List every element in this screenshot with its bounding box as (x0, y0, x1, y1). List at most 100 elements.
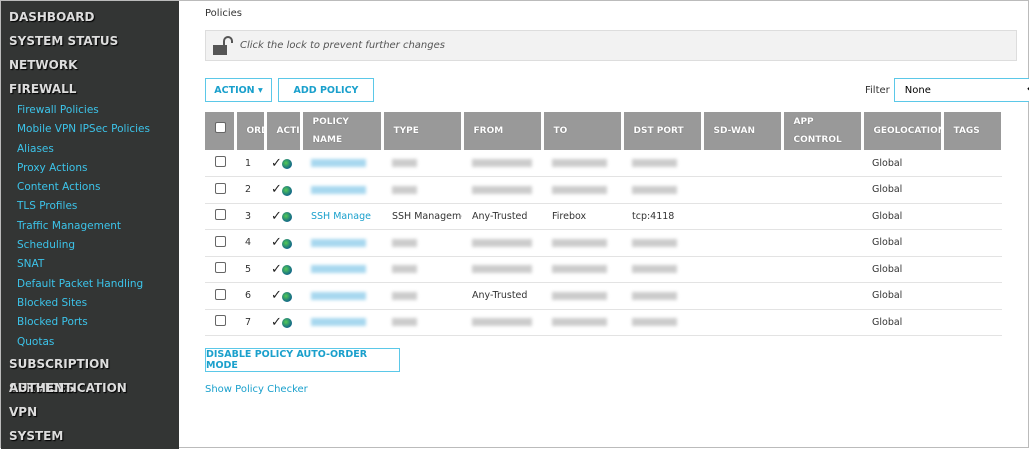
cell-select[interactable] (205, 282, 235, 310)
cell-tags (942, 150, 1002, 177)
action-button[interactable]: ACTION ▾ (205, 78, 272, 102)
row-checkbox[interactable] (215, 182, 226, 194)
cell-to (542, 282, 622, 310)
col-header[interactable]: TYPE (382, 112, 464, 150)
globe-icon (281, 265, 292, 276)
nav-authentication[interactable]: AUTHENTICATION (1, 376, 179, 400)
cell-select[interactable] (205, 150, 235, 177)
nav-dashboard[interactable]: DASHBOARD (1, 5, 179, 29)
row-checkbox[interactable] (215, 209, 226, 221)
table-row[interactable]: 3 ✓ SSH Manage SSH Manageme Any-Trusted Fir… (205, 203, 1002, 230)
col-header[interactable]: SD-WAN (702, 112, 784, 150)
redacted (311, 265, 366, 274)
cell-select[interactable] (205, 256, 235, 283)
col-header[interactable]: FROM (462, 112, 544, 150)
add-policy-button[interactable]: ADD POLICY (278, 78, 374, 102)
cell-name: SSH Manage (301, 203, 382, 230)
nav-blocked-ports[interactable]: Blocked Ports (1, 313, 179, 332)
globe-icon (281, 318, 292, 329)
row-checkbox[interactable] (215, 156, 226, 167)
cell-app-control (782, 150, 862, 177)
cell-select[interactable] (205, 203, 235, 230)
nav-subscription-services[interactable]: SUBSCRIPTION SERVICES (1, 352, 179, 395)
nav-aliases[interactable]: Aliases (1, 140, 179, 159)
nav-firewall-policies[interactable]: Firewall Policies (1, 101, 179, 120)
redacted (472, 238, 532, 247)
nav-blocked-sites[interactable]: Blocked Sites (1, 294, 179, 313)
col-header[interactable]: APP CONTROL (782, 112, 864, 150)
nav-firewall[interactable]: FIREWALL (1, 77, 179, 101)
cell-type: SSH Manageme (382, 203, 462, 230)
cell-app-control (782, 203, 862, 230)
cell-type (382, 150, 462, 177)
row-checkbox[interactable] (215, 315, 226, 327)
cell-port (622, 256, 702, 283)
row-checkbox[interactable] (215, 262, 226, 274)
show-policy-checker-link[interactable]: Show Policy Checker (205, 384, 308, 395)
nav-tls-profiles[interactable]: TLS Profiles (1, 197, 179, 216)
nav-scheduling[interactable]: Scheduling (1, 236, 179, 255)
nav-vpn[interactable]: VPN (1, 400, 179, 424)
cell-sdwan (702, 282, 782, 310)
cell-select[interactable] (205, 176, 235, 204)
table-row[interactable]: 5 ✓ Global (205, 256, 1002, 283)
cell-name (301, 229, 382, 257)
select-all-checkbox[interactable] (215, 122, 226, 133)
table-row[interactable]: 6 ✓ Any-Trusted Global (205, 282, 1002, 310)
nav-content-actions[interactable]: Content Actions (1, 178, 179, 197)
nav-system-status[interactable]: SYSTEM STATUS (1, 29, 179, 53)
cell-from (462, 176, 542, 204)
nav-default-packet-handling[interactable]: Default Packet Handling (1, 275, 179, 294)
cell-from (462, 256, 542, 283)
col-header[interactable]: DST PORT (622, 112, 704, 150)
cell-app-control (782, 282, 862, 310)
nav-proxy-actions[interactable]: Proxy Actions (1, 159, 179, 178)
cell-select[interactable] (205, 229, 235, 257)
cell-to (542, 176, 622, 204)
table-row[interactable]: 4 ✓ Global (205, 229, 1002, 257)
check-icon: ✓ (271, 288, 282, 304)
nav-quotas[interactable]: Quotas (1, 333, 179, 352)
table-row[interactable]: 7 ✓ Global (205, 309, 1002, 336)
disable-auto-order-button[interactable]: DISABLE POLICY AUTO-ORDER MODE (205, 348, 400, 372)
cell-to: Firebox (542, 203, 622, 230)
cell-action: ✓ (265, 229, 301, 257)
table-row[interactable]: 1 ✓ Global (205, 150, 1002, 177)
cell-from: Any-Trusted (462, 203, 542, 230)
nav-snat[interactable]: SNAT (1, 255, 179, 274)
row-checkbox[interactable] (215, 288, 226, 300)
col-header[interactable]: TO (542, 112, 624, 150)
row-checkbox[interactable] (215, 235, 226, 247)
breadcrumb: Policies (205, 8, 242, 19)
col-header[interactable]: GEOLOCATION (862, 112, 944, 150)
col-header[interactable]: ACTION (265, 112, 303, 150)
col-header[interactable]: ORDER (235, 112, 267, 150)
filter-select[interactable]: None (893, 78, 1029, 102)
nav-mobile-vpn-ipsec-policies[interactable]: Mobile VPN IPSec Policies (1, 120, 179, 139)
check-icon: ✓ (271, 261, 282, 277)
cell-select[interactable] (205, 309, 235, 336)
col-header[interactable]: POLICY NAME (301, 112, 384, 150)
cell-order: 3 (235, 203, 265, 230)
redacted (632, 291, 677, 300)
redacted (392, 318, 417, 327)
globe-icon (281, 159, 292, 169)
cell-name (301, 282, 382, 310)
cell-port (622, 282, 702, 310)
col-header[interactable] (205, 112, 237, 150)
redacted (311, 159, 366, 167)
unlock-icon[interactable] (212, 35, 234, 56)
cell-type (382, 282, 462, 310)
cell-action: ✓ (265, 203, 301, 230)
cell-to (542, 150, 622, 177)
cell-tags (942, 203, 1002, 230)
table-row[interactable]: 2 ✓ Global (205, 176, 1002, 204)
col-header[interactable]: TAGS (942, 112, 1004, 150)
cell-port (622, 176, 702, 204)
nav-traffic-management[interactable]: Traffic Management (1, 217, 179, 236)
redacted (552, 159, 607, 167)
nav-network[interactable]: NETWORK (1, 53, 179, 77)
nav-system[interactable]: SYSTEM (1, 424, 179, 448)
cell-tags (942, 229, 1002, 257)
cell-order: 2 (235, 176, 265, 204)
